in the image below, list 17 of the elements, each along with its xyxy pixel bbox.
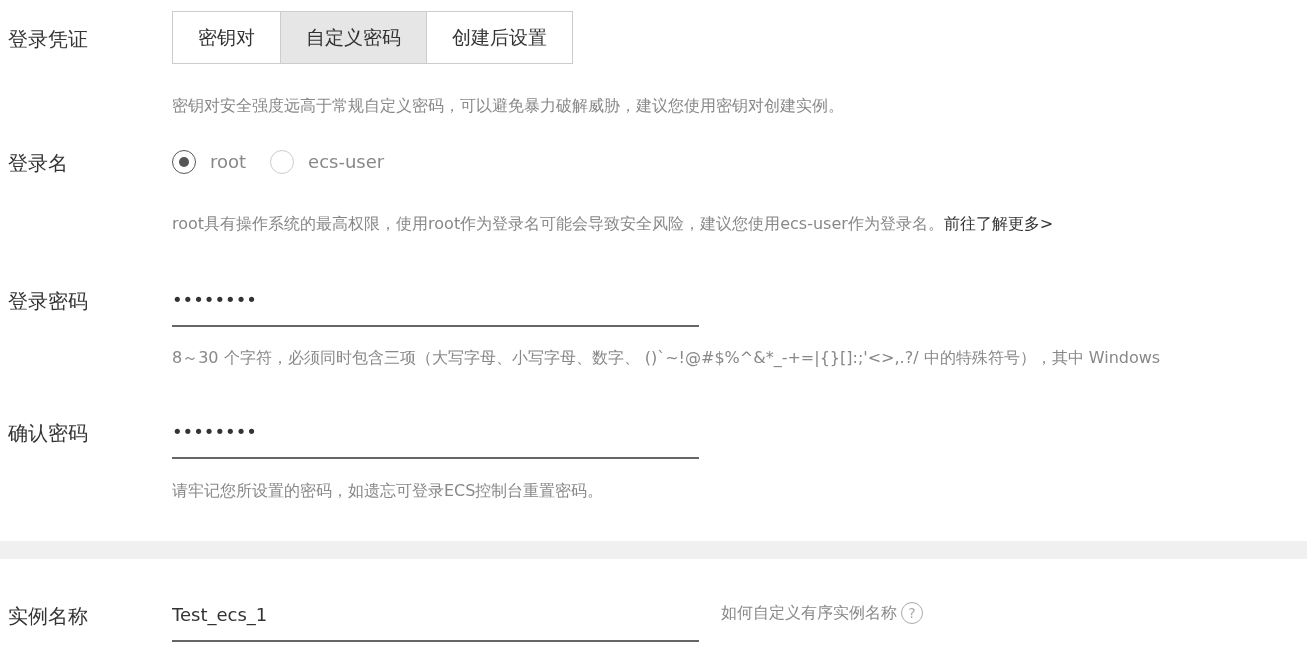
field-label: 登录名: [7, 150, 69, 177]
hint-text: 密钥对安全强度远高于常规自定义密码，可以避免暴力破解威胁，建议您使用密钥对创建实例。: [172, 95, 845, 117]
password-field[interactable]: ••••••••: [172, 286, 699, 327]
field-label: 登录密码: [7, 288, 89, 315]
learn-more-link[interactable]: 前往了解更多>: [943, 214, 1054, 233]
hint-text: 请牢记您所设置的密码，如遗忘可登录ECS控制台重置密码。: [172, 480, 605, 502]
help-text: 如何自定义有序实例名称: [721, 602, 897, 624]
name-field[interactable]: Test_ecs_1: [172, 601, 699, 642]
field-label: 登录凭证: [7, 26, 89, 53]
field-label: 确认密码: [7, 420, 89, 447]
field-label: 实例名称: [7, 603, 89, 630]
tab[interactable]: 自定义密码: [281, 12, 427, 63]
radio-option[interactable]: root: [172, 148, 247, 175]
password-field[interactable]: ••••••••: [172, 418, 699, 459]
hint-text: 8～30 个字符，必须同时包含三项（大写字母、小写字母、数字、 ()`~!@#$%^&*_-+=|{}[]:;'<>,.?/ 中的特殊符号），其中 Windows: [172, 347, 1162, 369]
hint-text: root具有操作系统的最高权限，使用root作为登录名可能会导致安全风险，建议您使用ecs-user作为登录名。前往了解更多>: [172, 213, 1055, 235]
radio-option[interactable]: ecs-user: [270, 148, 385, 175]
